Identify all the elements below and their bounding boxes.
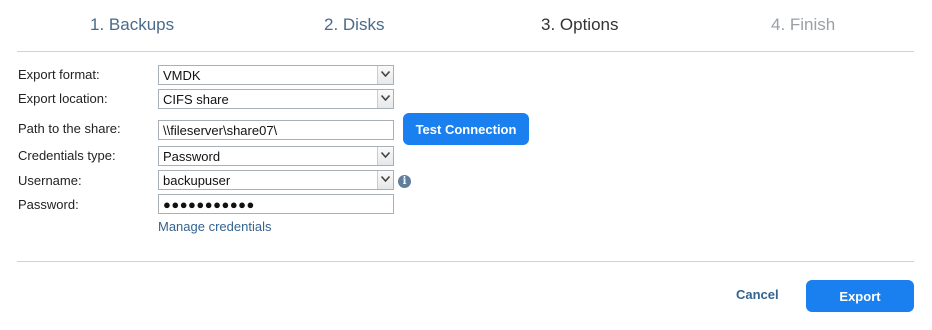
chevron-down-icon[interactable] [377, 147, 393, 165]
credentials-type-label: Credentials type: [18, 148, 116, 163]
share-path-label: Path to the share: [18, 121, 121, 136]
export-format-select[interactable]: VMDK [158, 65, 394, 85]
export-location-select[interactable]: CIFS share [158, 89, 394, 109]
password-label: Password: [18, 197, 79, 212]
export-location-value: CIFS share [163, 92, 229, 107]
export-format-label: Export format: [18, 67, 100, 82]
export-options-form: Export format: VMDK Export location: CIF… [0, 0, 932, 330]
export-format-value: VMDK [163, 68, 201, 83]
username-select[interactable]: backupuser [158, 170, 394, 190]
chevron-down-icon[interactable] [377, 66, 393, 84]
password-input[interactable] [158, 194, 394, 214]
share-path-input[interactable] [158, 120, 394, 140]
info-glyph: i [402, 176, 407, 187]
export-location-label: Export location: [18, 91, 108, 106]
credentials-type-select[interactable]: Password [158, 146, 394, 166]
test-connection-button[interactable]: Test Connection [403, 113, 529, 145]
credentials-type-value: Password [163, 149, 221, 164]
manage-credentials-link[interactable]: Manage credentials [158, 219, 271, 234]
chevron-down-icon[interactable] [377, 90, 393, 108]
username-label: Username: [18, 173, 82, 188]
chevron-down-icon[interactable] [377, 171, 393, 189]
info-icon[interactable]: i [398, 175, 411, 188]
footer-divider [17, 261, 914, 262]
export-button[interactable]: Export [806, 280, 914, 312]
cancel-button[interactable]: Cancel [736, 287, 779, 302]
username-value: backupuser [163, 173, 231, 188]
